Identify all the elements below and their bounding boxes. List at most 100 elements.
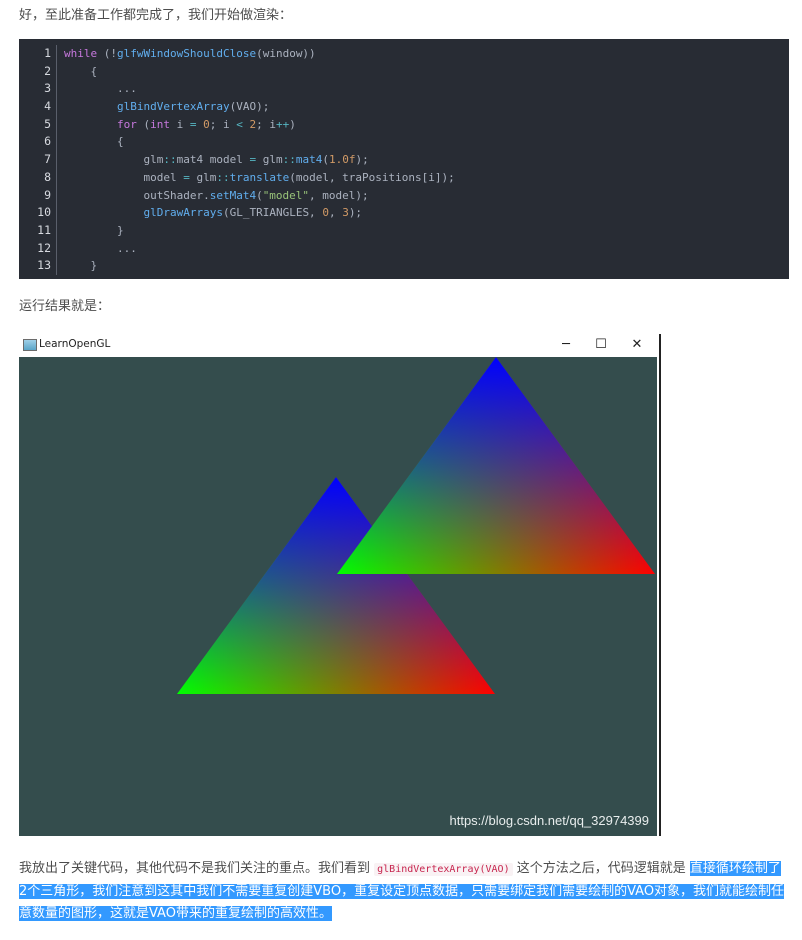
code-token: (GL_TRIANGLES, [222, 206, 323, 220]
triangles-svg [177, 357, 655, 694]
line-number: 2 [19, 62, 57, 81]
app-window-icon [23, 339, 37, 351]
summary-paragraph: 我放出了关键代码，其他代码不是我们关注的重点。我们看到 glBindVertex… [19, 858, 789, 925]
opengl-window: LearnOpenGL ─ ☐ ✕ https://blog.csdn.net/… [19, 334, 661, 836]
code-line: 12 ... [19, 239, 789, 258]
code-text: glDrawArrays(GL_TRIANGLES, 0, 3); [57, 204, 362, 222]
render-canvas: https://blog.csdn.net/qq_32974399 [19, 357, 657, 836]
code-text: } [57, 257, 97, 275]
code-token: } [64, 259, 98, 273]
intro-paragraph: 好，至此准备工作都完成了，我们开始做渲染： [19, 8, 293, 23]
code-text: ... [57, 240, 137, 258]
code-token: , [328, 206, 343, 220]
minimize-button[interactable]: ─ [552, 336, 580, 354]
code-line: 1 while (!glfwWindowShouldClose(window)) [19, 45, 789, 63]
code-token: ++ [275, 117, 290, 131]
code-token: glBindVertexArray [116, 100, 230, 114]
code-token: ( [322, 153, 329, 167]
code-line: 6 { [19, 133, 789, 152]
line-number: 9 [19, 186, 57, 205]
code-token: :: [216, 170, 230, 184]
line-number: 5 [19, 115, 57, 134]
line-number: 10 [19, 204, 57, 222]
code-text: outShader.setMat4("model", model); [57, 187, 369, 205]
code-token: = [183, 170, 190, 184]
code-token: i [169, 117, 190, 131]
window-title: LearnOpenGL [39, 338, 111, 350]
code-token: { [64, 135, 124, 149]
code-line: 5 for (int i = 0; i < 2; i++) [19, 115, 789, 134]
line-number: 4 [19, 98, 57, 116]
code-token: glm [189, 170, 217, 184]
code-text: } [57, 222, 124, 240]
code-token: ; i [256, 117, 276, 131]
code-token: outShader. [64, 188, 210, 202]
code-token: 0 [196, 117, 210, 131]
line-number: 6 [19, 133, 57, 152]
code-block: 1 while (!glfwWindowShouldClose(window)) 2… [19, 39, 789, 279]
code-token: ; i [209, 117, 237, 131]
code-token: for [116, 117, 137, 131]
code-text: glm::mat4 model = glm::mat4(1.0f); [57, 151, 369, 169]
code-token: while [64, 47, 98, 60]
code-token: ... [64, 82, 137, 96]
code-token: translate [229, 170, 290, 184]
code-token: model [64, 170, 184, 184]
line-number: 11 [19, 221, 57, 240]
code-token: (model, traPositions[i]); [289, 170, 455, 184]
inline-code: glBindVertexArray(VAO) [374, 863, 513, 876]
code-token: :: [282, 153, 296, 167]
code-text: model = glm::translate(model, traPositio… [57, 169, 455, 187]
code-token: ( [256, 188, 263, 202]
maximize-button[interactable]: ☐ [587, 336, 615, 354]
code-token: { [64, 64, 98, 78]
code-token: < [236, 117, 243, 131]
code-token: ... [64, 241, 137, 255]
code-text: ... [57, 80, 137, 98]
code-token: glm [256, 153, 283, 167]
code-token: setMat4 [209, 188, 257, 202]
triangle-right [337, 357, 655, 574]
code-token: 3 [342, 206, 349, 220]
code-text: { [57, 133, 124, 151]
code-token: (window)) [256, 47, 316, 60]
code-token: 0 [322, 206, 329, 220]
code-token: 1.0f [328, 153, 356, 167]
code-token: } [64, 223, 124, 237]
code-line: 13 } [19, 257, 789, 275]
code-line: 11 } [19, 221, 789, 240]
line-number: 1 [19, 45, 57, 63]
code-line: 9 outShader.setMat4("model", model); [19, 186, 789, 205]
code-line: 3 ... [19, 80, 789, 99]
code-token: mat4 [295, 153, 323, 167]
code-token: , model); [309, 188, 369, 202]
code-token: ); [355, 153, 369, 167]
window-titlebar[interactable]: LearnOpenGL ─ ☐ ✕ [19, 334, 657, 357]
code-token: mat4 model [176, 153, 250, 167]
code-line: 10 glDrawArrays(GL_TRIANGLES, 0, 3); [19, 204, 789, 222]
summary-text-middle: 这个方法之后，代码逻辑就是 [516, 861, 686, 876]
line-number: 13 [19, 257, 57, 275]
watermark-text: https://blog.csdn.net/qq_32974399 [449, 813, 650, 828]
code-line: 4 glBindVertexArray(VAO); [19, 98, 789, 116]
code-token: (VAO); [229, 100, 270, 114]
line-number: 8 [19, 168, 57, 187]
code-token: glm [64, 153, 164, 167]
line-number: 12 [19, 239, 57, 258]
line-number: 3 [19, 80, 57, 99]
line-number: 7 [19, 151, 57, 169]
code-text: { [57, 63, 97, 81]
close-button[interactable]: ✕ [623, 336, 651, 354]
code-text: for (int i = 0; i < 2; i++) [57, 116, 296, 134]
code-token: glDrawArrays [143, 206, 223, 220]
result-paragraph: 运行结果就是： [19, 299, 111, 314]
code-token: ) [289, 117, 296, 131]
summary-text-start: 我放出了关键代码，其他代码不是我们关注的重点。我们看到 [19, 861, 375, 876]
code-text: glBindVertexArray(VAO); [57, 98, 269, 116]
code-line: 7 glm::mat4 model = glm::mat4(1.0f); [19, 151, 789, 169]
code-token: :: [163, 153, 177, 167]
code-token: (! [97, 47, 117, 60]
